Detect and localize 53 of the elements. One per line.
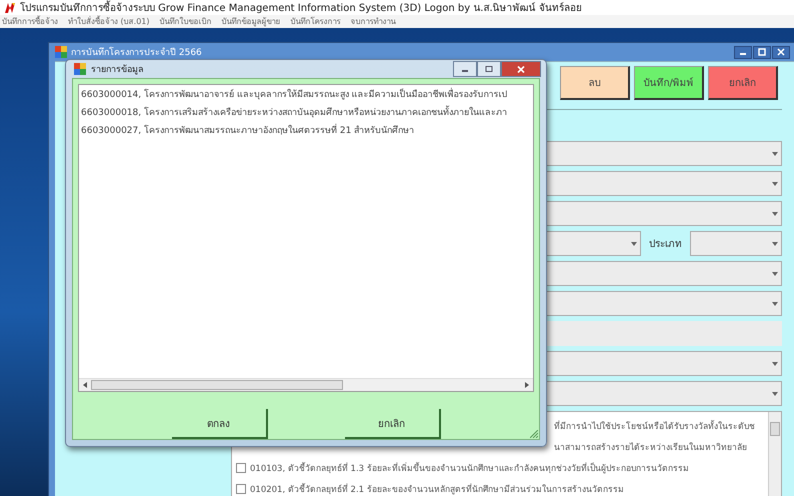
- checkbox[interactable]: [236, 462, 246, 472]
- dialog-title: รายการข้อมูล: [91, 64, 144, 76]
- close-icon: [777, 48, 785, 56]
- dropdown-arrow-icon: [772, 392, 778, 396]
- close-icon: [517, 66, 525, 72]
- maximize-icon: [485, 66, 493, 72]
- app-title: โปรแกรมบันทึกการซื้อจ้างระบบ Grow Finance Management Information System (3D) Logon by น.ส.นิษาพัฒน์ จันทร์ลอย: [20, 0, 582, 15]
- logo-icon: [4, 2, 16, 14]
- list-item-text: นาสามารถสร้างรายได้ระหว่างเรียนในมหาวิทยาลัย: [554, 441, 747, 454]
- minimize-button[interactable]: [734, 46, 752, 58]
- toolbar-button[interactable]: บันทึก/พิมพ์: [634, 66, 704, 100]
- scroll-left-icon: [83, 382, 87, 388]
- list-item-text: ที่มีการนำไปใช้ประโยชน์หรือได้รับรางวัลทั้งในระดับช: [554, 419, 755, 432]
- menu-item[interactable]: บันทึกการซื้อจ้าง: [2, 15, 58, 28]
- dropdown-arrow-icon: [772, 212, 778, 216]
- close-button[interactable]: [501, 61, 541, 77]
- dropdown-field[interactable]: [690, 231, 782, 256]
- list-item[interactable]: 6603000018, โครงการเสริมสร้างเครือข่ายระหว่างสถาบันอุดมศึกษาหรือหน่วยงานภาคเอกชนทั้งภายในและภา: [81, 106, 531, 121]
- menu-item[interactable]: จบการทำงาน: [350, 15, 396, 28]
- close-button[interactable]: [772, 46, 790, 58]
- dropdown-arrow-icon: [772, 242, 778, 246]
- dropdown-arrow-icon: [772, 272, 778, 276]
- toolbar-button[interactable]: ลบ: [560, 66, 630, 100]
- dialog-button[interactable]: ตกลง: [172, 409, 268, 439]
- resize-grip-icon: [530, 430, 538, 438]
- window-icon: [55, 46, 67, 58]
- type-label: ประเภท: [649, 238, 682, 251]
- scrollbar-thumb[interactable]: [91, 380, 343, 390]
- window-title: การบันทึกโครงการประจำปี 2566: [71, 46, 202, 59]
- minimize-button[interactable]: [453, 61, 477, 77]
- dropdown-arrow-icon: [772, 152, 778, 156]
- dropdown-arrow-icon: [772, 362, 778, 366]
- maximize-button[interactable]: [477, 61, 501, 77]
- list-item[interactable]: 6603000027, โครงการพัฒนาสมรรถนะภาษาอังกฤษในศตวรรษที่ 21 สำหรับนักศึกษา: [81, 124, 531, 139]
- window-icon: [74, 63, 86, 75]
- menu-item[interactable]: บันทึกข้อมูลผู้ขาย: [222, 15, 281, 28]
- menu-item[interactable]: บันทึกใบขอเบิก: [160, 15, 212, 28]
- maximize-icon: [758, 48, 766, 56]
- dropdown-arrow-icon: [772, 302, 778, 306]
- maximize-button[interactable]: [753, 46, 771, 58]
- checkbox-label: 010201, ตัวชี้วัดกลยุทธ์ที่ 2.1 ร้อยละของจำนวนหลักสูตรที่นักศึกษามีส่วนร่วมในการสร้างนวัตกรรม: [250, 482, 624, 496]
- horizontal-scrollbar[interactable]: [79, 378, 533, 391]
- dropdown-arrow-icon: [772, 182, 778, 186]
- scroll-right-icon: [525, 382, 529, 388]
- menu-item[interactable]: ทำใบสั่งซื้อจ้าง (บส.01): [68, 15, 150, 28]
- toolbar-button[interactable]: ยกเลิก: [708, 66, 778, 100]
- checkbox-label: 010103, ตัวชี้วัดกลยุทธ์ที่ 1.3 ร้อยละที่เพิ่มขึ้นของจำนวนนักศึกษาและกำลังคนทุกช่วงวัยที่เป็นผู้ประกอบการนวัตกรรม: [250, 461, 689, 474]
- dropdown-arrow-icon: [631, 242, 637, 246]
- vertical-scrollbar[interactable]: [768, 412, 781, 496]
- dialog-button[interactable]: ยกเลิก: [344, 409, 440, 439]
- checkbox[interactable]: [236, 484, 246, 494]
- menu-item[interactable]: บันทึกโครงการ: [290, 15, 341, 28]
- list-item[interactable]: 6603000014, โครงการพัฒนาอาจารย์ และบุคลากรให้มีสมรรถนะสูง และมีความเป็นมืออาชีพเพื่อรองรับการเป: [81, 88, 531, 103]
